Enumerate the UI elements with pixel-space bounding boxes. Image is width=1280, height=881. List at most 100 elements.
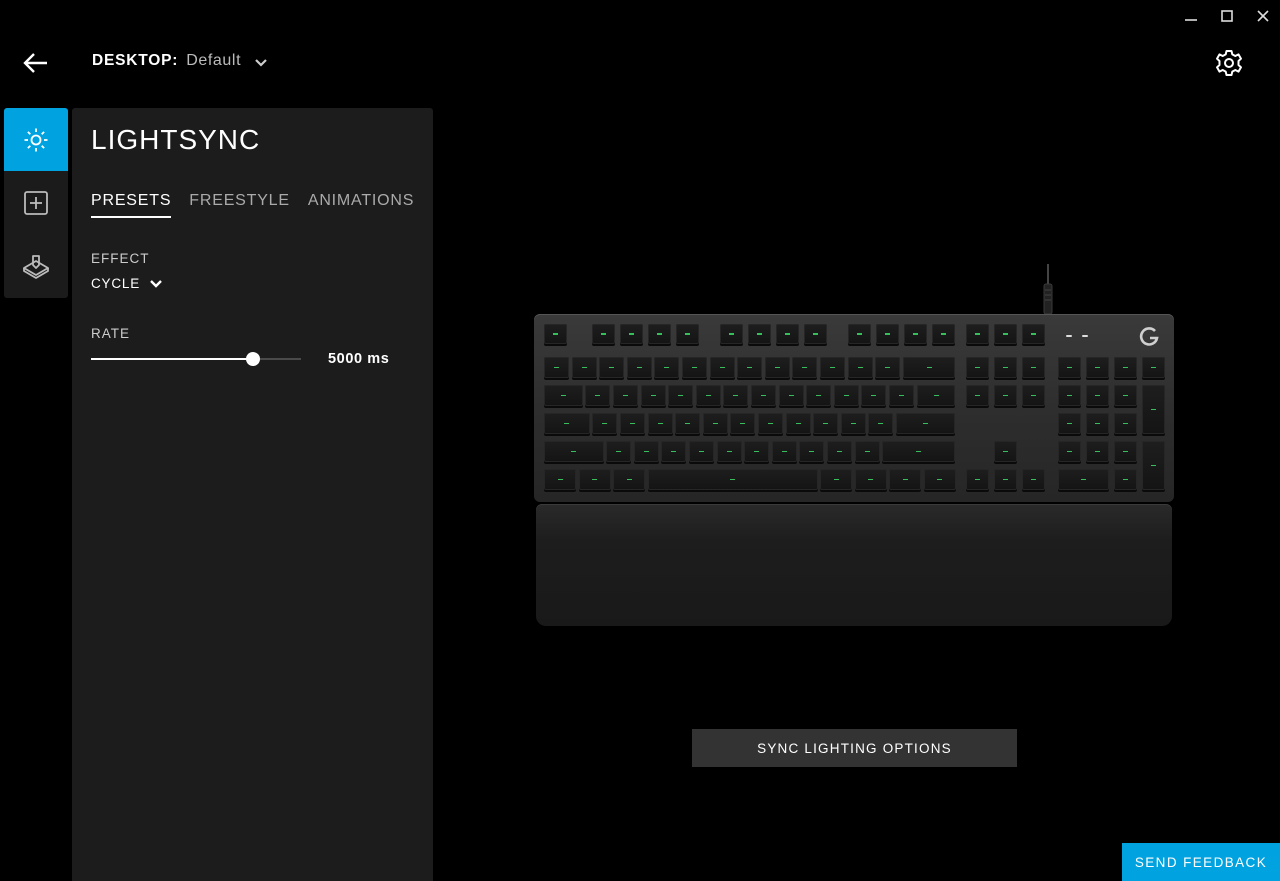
maximize-icon[interactable] bbox=[1220, 8, 1234, 24]
keyboard-key bbox=[994, 385, 1017, 406]
keyboard-body bbox=[534, 314, 1174, 502]
keyboard-key bbox=[757, 413, 783, 434]
keyboard-key bbox=[682, 357, 708, 378]
indicator-led bbox=[1082, 335, 1088, 337]
send-feedback-button[interactable]: SEND FEEDBACK bbox=[1122, 843, 1280, 881]
minimize-icon[interactable] bbox=[1184, 8, 1198, 24]
keyboard-key bbox=[592, 324, 615, 344]
keyboard-key bbox=[902, 357, 956, 378]
keyboard-key bbox=[799, 441, 825, 462]
keyboard-key bbox=[1086, 413, 1109, 434]
keyboard-key bbox=[820, 469, 852, 490]
keyboard-key bbox=[737, 357, 763, 378]
chevron-down-icon bbox=[255, 59, 267, 67]
tab-presets[interactable]: PRESETS bbox=[91, 192, 172, 218]
keyboard-key bbox=[544, 324, 567, 344]
rail-item-add[interactable] bbox=[4, 171, 68, 234]
logitech-g-logo-icon bbox=[1139, 327, 1159, 346]
keyboard-key bbox=[544, 385, 583, 406]
tab-animations[interactable]: ANIMATIONS bbox=[308, 192, 414, 218]
keyboard-key bbox=[613, 385, 639, 406]
rate-slider[interactable] bbox=[91, 352, 301, 366]
keyboard-key bbox=[695, 385, 721, 406]
keyboard-key bbox=[1086, 385, 1109, 406]
keyboard-key bbox=[1114, 441, 1137, 462]
keyboard-key bbox=[661, 441, 687, 462]
keyboard-key bbox=[676, 324, 699, 344]
slider-fill bbox=[91, 358, 253, 360]
keyboard-key bbox=[654, 357, 680, 378]
indicator-led bbox=[1066, 335, 1072, 337]
keyboard-key bbox=[840, 413, 866, 434]
keyboard-key bbox=[826, 441, 852, 462]
sync-lighting-options-button[interactable]: SYNC LIGHTING OPTIONS bbox=[692, 729, 1017, 767]
keyboard-key bbox=[620, 324, 643, 344]
keyboard-key bbox=[626, 357, 652, 378]
keyboard-key bbox=[966, 324, 989, 344]
slider-thumb[interactable] bbox=[245, 352, 260, 366]
usb-cable bbox=[1043, 264, 1053, 315]
keyboard-key bbox=[966, 385, 989, 406]
back-button[interactable] bbox=[22, 50, 50, 76]
keyboard-key bbox=[771, 441, 797, 462]
rail-item-lightsync[interactable] bbox=[4, 108, 68, 171]
keyboard-key bbox=[1058, 357, 1081, 378]
add-icon bbox=[24, 190, 48, 215]
keyboard-key bbox=[813, 413, 839, 434]
keyboard-key bbox=[1114, 469, 1137, 490]
keyboard-key bbox=[994, 324, 1017, 344]
keyboard-key bbox=[994, 441, 1017, 462]
keyboard-key bbox=[848, 324, 871, 344]
keyboard-key bbox=[668, 385, 694, 406]
keyboard-key bbox=[720, 324, 743, 344]
keyboard-key bbox=[1142, 385, 1165, 434]
keyboard-key bbox=[1022, 469, 1045, 490]
keyboard-key bbox=[806, 385, 832, 406]
keyboard-key bbox=[889, 385, 915, 406]
lighting-tabs: PRESETS FREESTYLE ANIMATIONS bbox=[91, 192, 414, 218]
profile-selector[interactable]: DESKTOP: Default bbox=[92, 52, 267, 70]
keyboard-key bbox=[730, 413, 756, 434]
keyboard-key bbox=[1058, 385, 1081, 406]
keyboard-key bbox=[1142, 441, 1165, 490]
lightsync-icon bbox=[24, 128, 48, 151]
keyboard-key bbox=[923, 469, 956, 490]
keyboard-key bbox=[675, 413, 701, 434]
keyboard-key bbox=[1142, 357, 1165, 378]
keyboard-key bbox=[633, 441, 659, 462]
keyboard-key bbox=[606, 441, 632, 462]
keyboard-key bbox=[1058, 441, 1081, 462]
keyboard-key bbox=[619, 413, 645, 434]
rate-value: 5000 ms bbox=[328, 351, 390, 367]
keyboard-key bbox=[571, 357, 597, 378]
keyboard-key bbox=[875, 357, 901, 378]
keyboard-key bbox=[868, 413, 894, 434]
effect-dropdown[interactable]: CYCLE bbox=[91, 276, 162, 291]
window-controls bbox=[1184, 8, 1270, 24]
effect-value: CYCLE bbox=[91, 276, 141, 291]
keyboard-key bbox=[785, 413, 811, 434]
keyboard-key bbox=[613, 469, 645, 490]
tab-freestyle[interactable]: FREESTYLE bbox=[189, 192, 290, 218]
keyboard-key bbox=[854, 441, 880, 462]
effect-label: EFFECT bbox=[91, 251, 150, 266]
keyboard-key bbox=[544, 469, 576, 490]
keyboard-image bbox=[534, 262, 1174, 628]
settings-button[interactable] bbox=[1214, 48, 1244, 78]
keyboard-key bbox=[709, 357, 735, 378]
wrist-rest bbox=[536, 504, 1172, 626]
keyboard-key bbox=[833, 385, 859, 406]
keyboard-key bbox=[776, 324, 799, 344]
keyboard-key bbox=[585, 385, 611, 406]
keyboard-key bbox=[1022, 324, 1045, 344]
keyboard-key bbox=[702, 413, 728, 434]
keyboard-key bbox=[544, 441, 604, 462]
profile-label: DESKTOP: bbox=[92, 52, 179, 69]
keyboard-key bbox=[1114, 385, 1137, 406]
keyboard-key bbox=[1058, 413, 1081, 434]
keyboard-key bbox=[820, 357, 846, 378]
rail-item-assignments[interactable] bbox=[4, 234, 68, 297]
keyboard-key bbox=[1022, 357, 1045, 378]
close-icon[interactable] bbox=[1256, 8, 1270, 24]
keyboard-key bbox=[647, 469, 818, 490]
